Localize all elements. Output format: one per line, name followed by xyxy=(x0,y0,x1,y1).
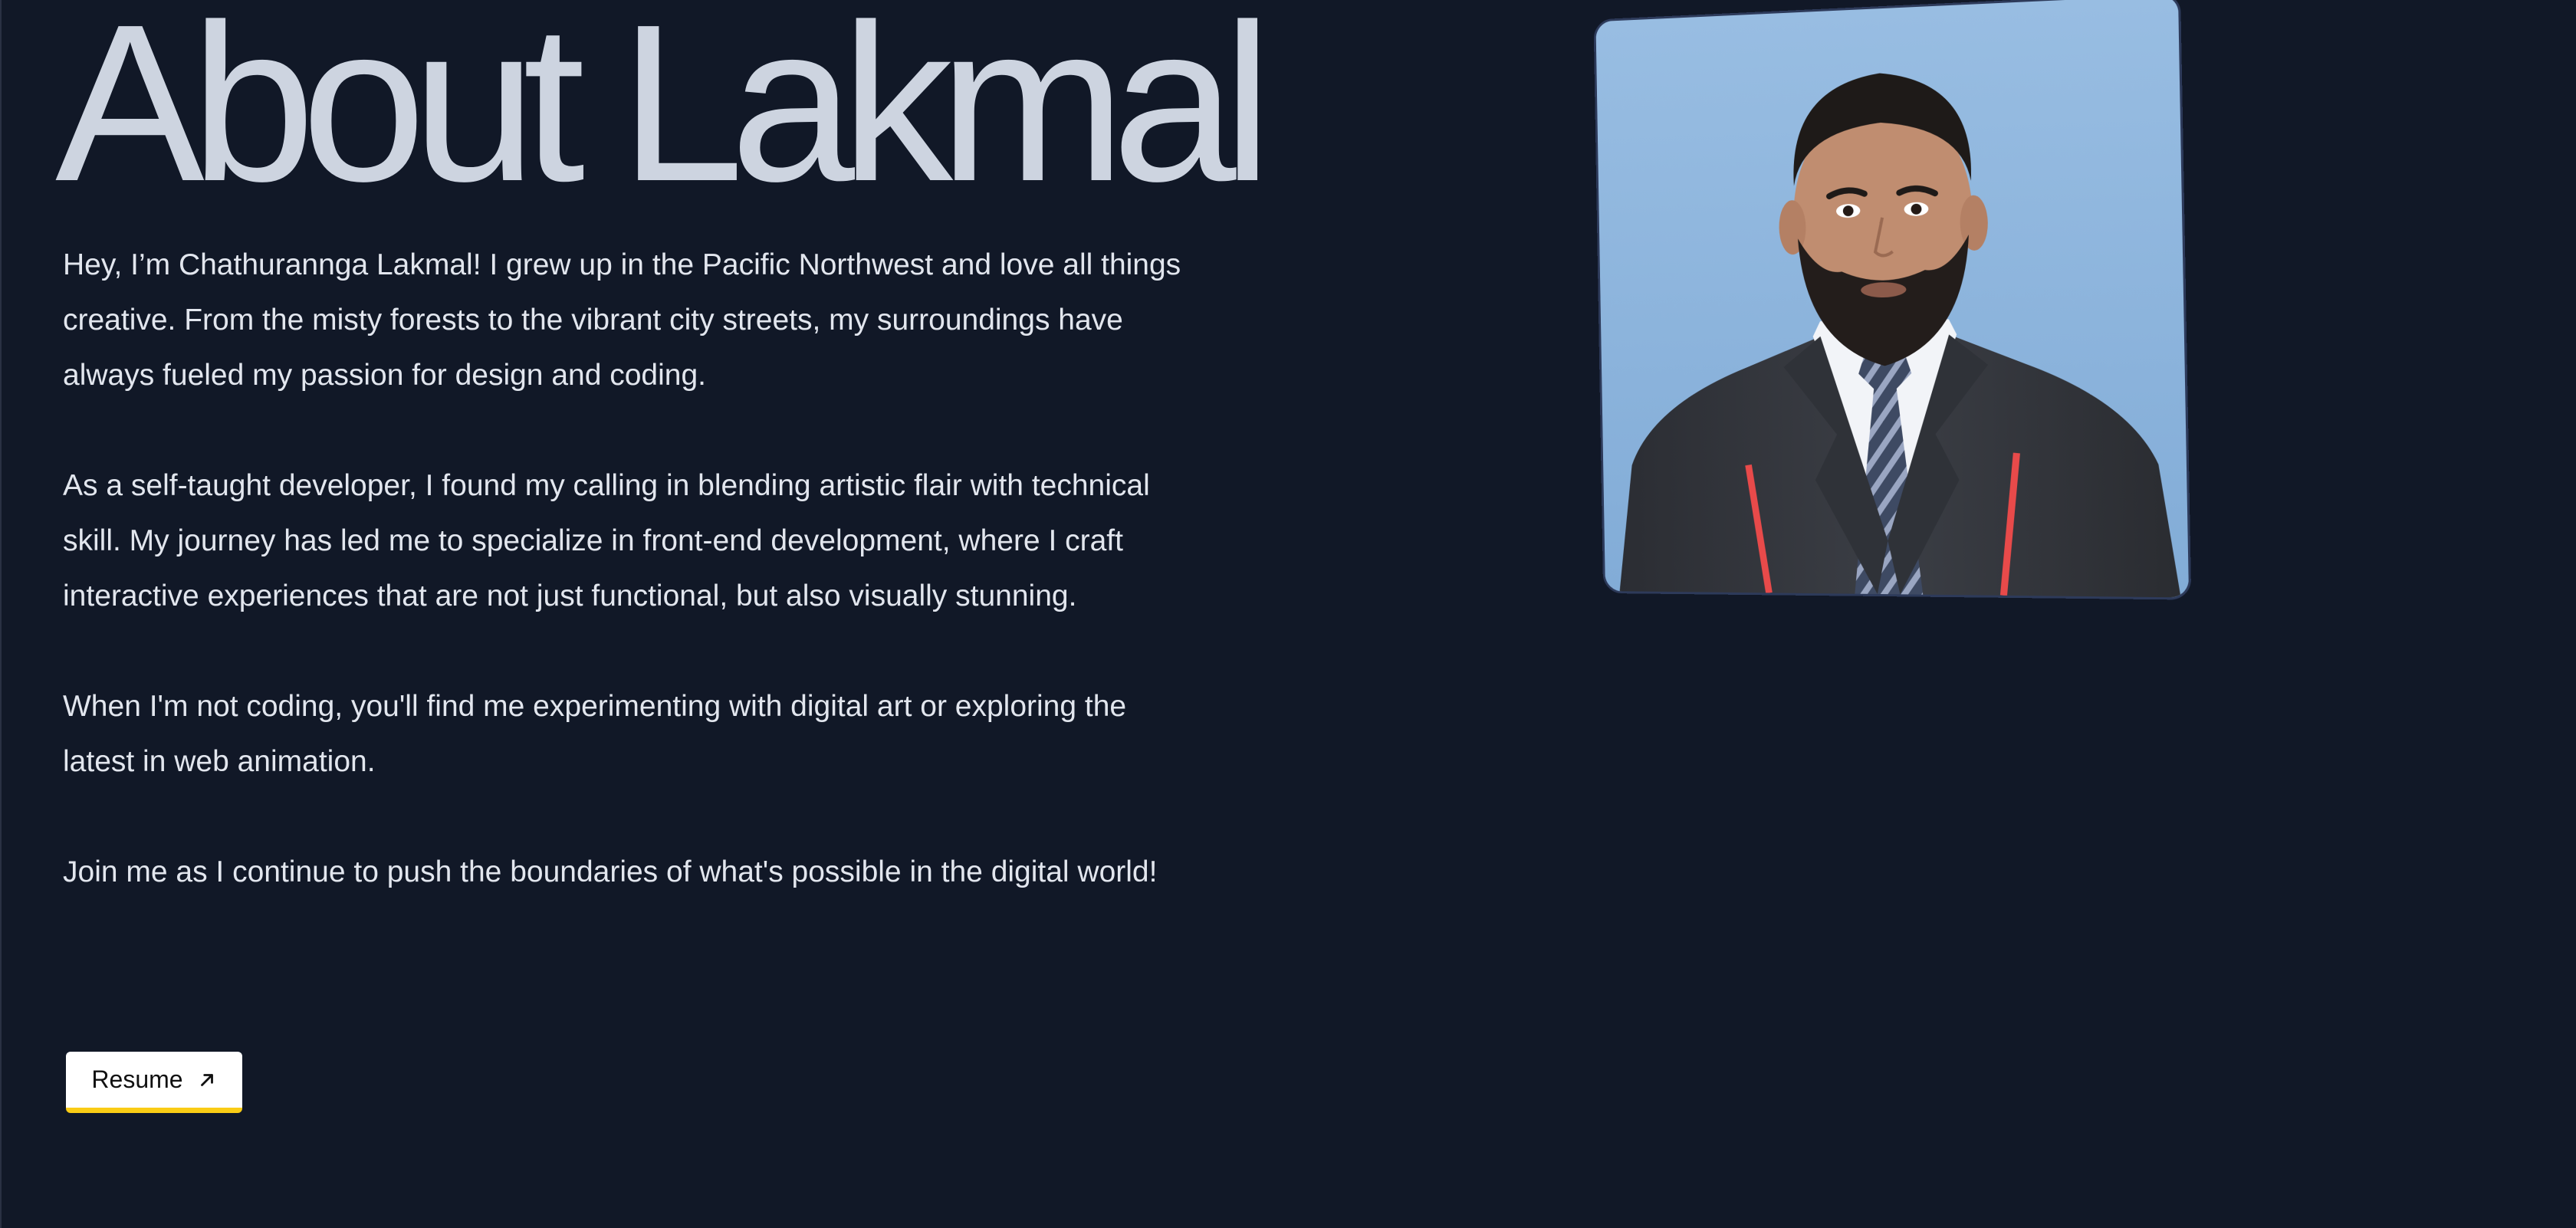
bio-paragraph-1: Hey, I’m Chathurannga Lakmal! I grew up … xyxy=(63,238,1198,403)
bio-section: Hey, I’m Chathurannga Lakmal! I grew up … xyxy=(63,238,1198,900)
arrow-up-right-icon xyxy=(197,1070,217,1090)
resume-button[interactable]: Resume xyxy=(66,1052,242,1113)
portrait-photo xyxy=(1595,0,2189,597)
bio-paragraph-2: As a self-taught developer, I found my c… xyxy=(63,458,1198,624)
profile-photo xyxy=(1594,0,2192,600)
resume-button-label: Resume xyxy=(91,1065,182,1094)
bio-paragraph-3: When I'm not coding, you'll find me expe… xyxy=(63,679,1198,790)
about-page: About Lakmal Hey, I’m Chathurannga Lakma… xyxy=(0,0,2576,1228)
bio-paragraph-4: Join me as I continue to push the bounda… xyxy=(63,845,1198,900)
page-title: About Lakmal xyxy=(55,0,1259,215)
